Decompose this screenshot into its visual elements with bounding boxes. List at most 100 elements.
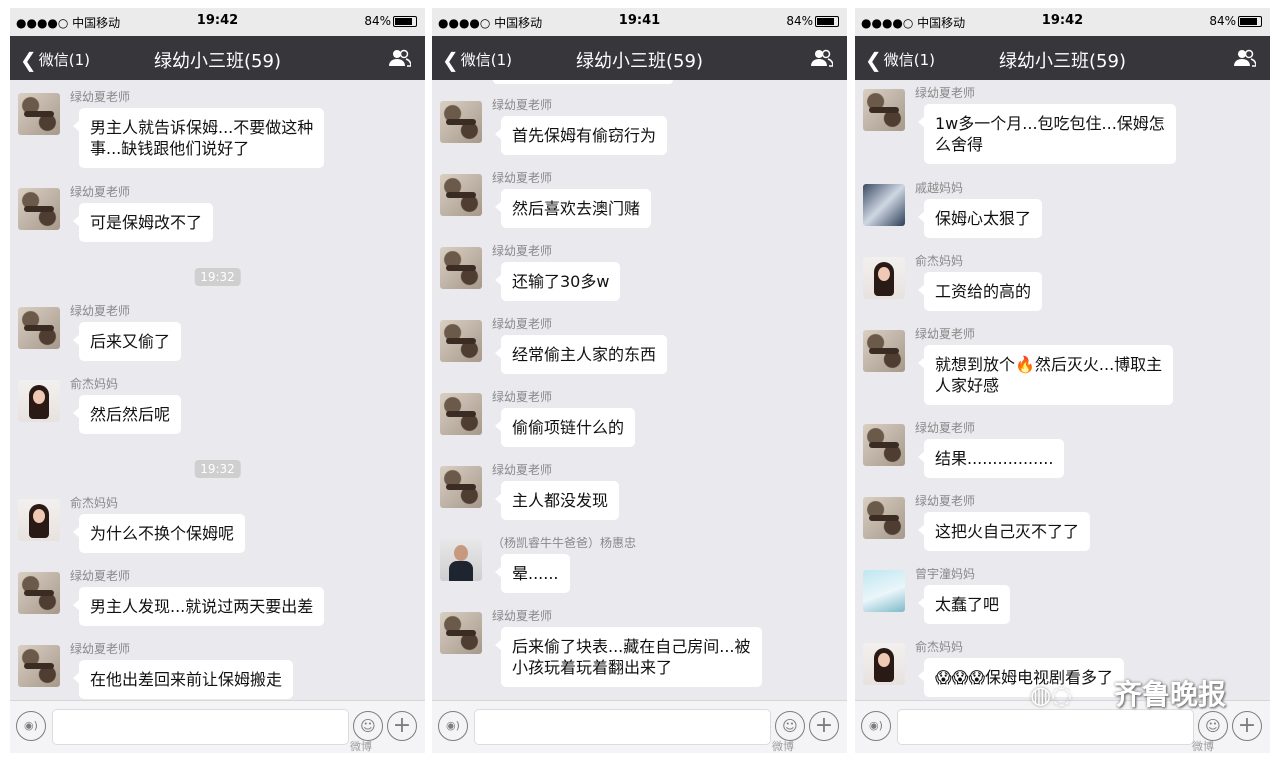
avatar[interactable] xyxy=(440,320,482,362)
message-bubble[interactable]: 工资给的高的 xyxy=(917,272,1043,311)
avatar[interactable] xyxy=(18,572,60,614)
sender-name: 曾宇潼妈妈 xyxy=(915,567,976,581)
avatar[interactable] xyxy=(863,330,905,372)
avatar[interactable] xyxy=(440,174,482,216)
avatar[interactable] xyxy=(863,424,905,466)
avatar[interactable] xyxy=(440,247,482,289)
battery-icon xyxy=(393,16,417,27)
sender-name: 绿幼夏老师 xyxy=(70,185,131,199)
brand-watermark: 齐鲁晚报 xyxy=(1113,678,1226,711)
message-bubble[interactable]: 这把火自己灭不了了 xyxy=(917,512,1091,551)
nav-bar: ❮ 微信(1) 绿幼小三班(59) xyxy=(10,36,425,80)
message-bubble[interactable]: 然后喜欢去澳门赌 xyxy=(494,189,652,228)
sender-name: 绿幼夏老师 xyxy=(492,98,553,112)
message-bubble[interactable]: 为什么不换个保姆呢 xyxy=(72,514,246,553)
battery-label: 84% xyxy=(786,14,813,28)
chat-area[interactable]: 绿幼夏老师 首先保姆有偷窃行为 绿幼夏老师 然后喜欢去澳门赌 绿幼夏老师 还输了… xyxy=(432,80,847,700)
sender-name: 绿幼夏老师 xyxy=(492,171,553,185)
status-bar: ●●●●○ 中国移动 19:42 84% xyxy=(855,8,1270,36)
message-input[interactable] xyxy=(52,709,349,745)
message-bubble[interactable]: 男主人就告诉保姆...不要做这种 事...缺钱跟他们说好了 xyxy=(72,108,325,168)
avatar[interactable] xyxy=(863,89,905,131)
message-bubble[interactable]: 然后然后呢 xyxy=(72,395,182,434)
plus-icon[interactable]: + xyxy=(387,711,417,741)
message-bubble[interactable]: 经常偷主人家的东西 xyxy=(494,335,668,374)
message-bubble[interactable]: 偷偷项链什么的 xyxy=(494,408,636,447)
partial-bubble xyxy=(493,80,673,84)
avatar[interactable] xyxy=(440,101,482,143)
message-bubble[interactable]: 太蠢了吧 xyxy=(917,585,1011,624)
sender-name: 俞杰妈妈 xyxy=(915,254,964,268)
weibo-watermark: 微博 xyxy=(772,740,794,753)
sender-name: 绿幼夏老师 xyxy=(492,463,553,477)
avatar[interactable] xyxy=(863,643,905,685)
status-time: 19:42 xyxy=(1041,13,1084,28)
message-bubble[interactable]: 男主人发现...就说过两天要出差 xyxy=(72,587,325,626)
sender-name: 绿幼夏老师 xyxy=(70,90,131,104)
sender-name: 绿幼夏老师 xyxy=(70,569,131,583)
avatar[interactable] xyxy=(18,645,60,687)
voice-icon[interactable]: ◉) xyxy=(16,711,46,741)
emoji-icon[interactable]: ☺ xyxy=(775,711,805,741)
message-bubble[interactable]: 😱😱😱保姆电视剧看多了 xyxy=(917,658,1125,697)
message-input[interactable] xyxy=(897,709,1194,745)
status-time: 19:42 xyxy=(196,13,239,28)
message-bubble[interactable]: 后来偷了块表...藏在自己房间...被 小孩玩着玩着翻出来了 xyxy=(495,627,762,687)
chat-area[interactable]: 绿幼夏老师 1w多一个月...包吃包住...保姆怎 么舍得 戚越妈妈 保姆心太狠… xyxy=(855,80,1270,700)
message-bubble[interactable]: 晕...... xyxy=(495,554,570,593)
phone-screen-2: ●●●●○ 中国移动 19:41 84% ❮ 微信(1) 绿幼小三班(59) 绿幼… xyxy=(432,8,847,753)
plus-icon[interactable]: + xyxy=(809,711,839,741)
message-bubble[interactable]: 在他出差回来前让保姆搬走 xyxy=(72,660,294,699)
avatar[interactable] xyxy=(18,93,60,135)
sender-name: （杨凯睿牛牛爸爸）杨惠忠 xyxy=(492,536,637,550)
message-bubble[interactable]: 还输了30多w xyxy=(494,262,621,301)
avatar[interactable] xyxy=(440,466,482,508)
group-members-button[interactable] xyxy=(1234,49,1257,71)
message-bubble[interactable]: 1w多一个月...包吃包住...保姆怎 么舍得 xyxy=(918,104,1176,164)
avatar[interactable] xyxy=(863,570,905,612)
group-members-icon xyxy=(811,49,834,67)
avatar[interactable] xyxy=(18,380,60,422)
avatar[interactable] xyxy=(440,612,482,654)
chat-title: 绿幼小三班(59) xyxy=(999,51,1126,72)
avatar[interactable] xyxy=(440,393,482,435)
group-members-icon xyxy=(389,49,412,67)
message-bubble[interactable]: 就想到放个🔥然后灭火...博取主 人家好感 xyxy=(917,345,1174,405)
emoji-icon[interactable]: ☺ xyxy=(1198,711,1228,741)
sender-name: 绿幼夏老师 xyxy=(492,390,553,404)
sender-name: 绿幼夏老师 xyxy=(492,609,553,623)
avatar[interactable] xyxy=(18,307,60,349)
group-members-button[interactable] xyxy=(811,49,834,71)
sender-name: 俞杰妈妈 xyxy=(70,496,119,510)
message-bubble[interactable]: 保姆心太狠了 xyxy=(917,199,1043,238)
battery-icon xyxy=(815,16,839,27)
message-bubble[interactable]: 主人都没发现 xyxy=(494,481,620,520)
phone-screen-1: ●●●●○ 中国移动 19:42 84% ❮ 微信(1) 绿幼小三班(59) 绿幼… xyxy=(10,8,425,753)
sender-name: 绿幼夏老师 xyxy=(915,494,976,508)
message-bubble[interactable]: 后来又偷了 xyxy=(72,322,182,361)
message-input[interactable] xyxy=(474,709,771,745)
group-members-icon xyxy=(1234,49,1257,67)
plus-icon[interactable]: + xyxy=(1232,711,1262,741)
status-bar: ●●●●○ 中国移动 19:42 84% xyxy=(10,8,425,36)
avatar[interactable] xyxy=(440,539,482,581)
group-members-button[interactable] xyxy=(389,49,412,71)
avatar[interactable] xyxy=(18,188,60,230)
message-bubble[interactable]: 可是保姆改不了 xyxy=(72,203,214,242)
chat-area[interactable]: 绿幼夏老师 男主人就告诉保姆...不要做这种 事...缺钱跟他们说好了 绿幼夏老… xyxy=(10,80,425,700)
avatar[interactable] xyxy=(863,257,905,299)
wechat-logo-icon: ◍◌ xyxy=(1030,681,1072,709)
avatar[interactable] xyxy=(863,184,905,226)
voice-icon[interactable]: ◉) xyxy=(438,711,468,741)
status-bar: ●●●●○ 中国移动 19:41 84% xyxy=(432,8,847,36)
battery-indicator: 84% xyxy=(1209,14,1262,28)
avatar[interactable] xyxy=(863,497,905,539)
battery-indicator: 84% xyxy=(786,14,839,28)
message-bubble[interactable]: 结果................. xyxy=(917,439,1065,478)
emoji-icon[interactable]: ☺ xyxy=(353,711,383,741)
avatar[interactable] xyxy=(18,499,60,541)
timestamp: 19:32 xyxy=(194,460,241,478)
chat-title: 绿幼小三班(59) xyxy=(576,51,703,72)
voice-icon[interactable]: ◉) xyxy=(861,711,891,741)
message-bubble[interactable]: 首先保姆有偷窃行为 xyxy=(494,116,668,155)
